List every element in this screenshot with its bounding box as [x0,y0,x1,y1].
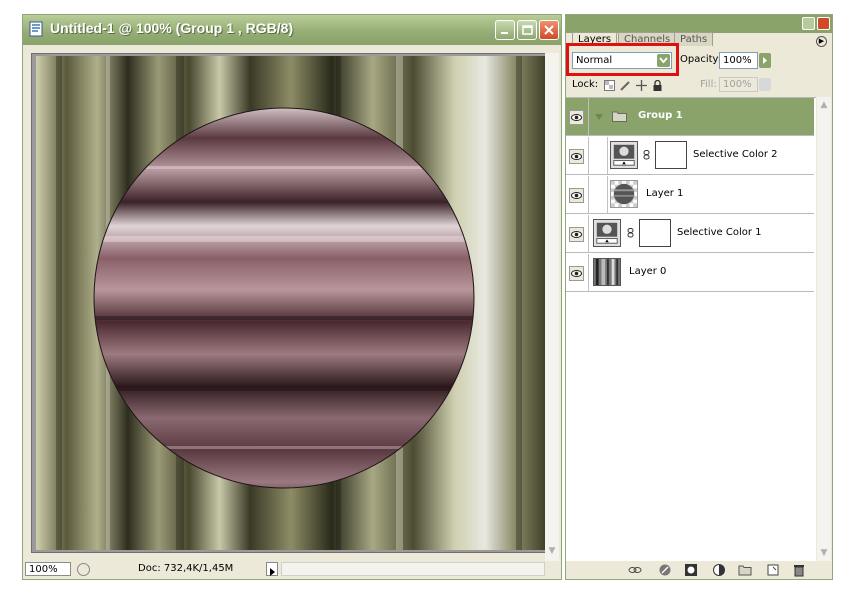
layer-row-selective-color-2[interactable]: Selective Color 2 [566,137,814,175]
status-bar: 100% Doc: 732,4K/1,45M [23,561,561,579]
blend-mode-value: Normal [576,55,613,66]
new-adjustment-layer-icon[interactable] [712,563,726,577]
lock-all-icon[interactable] [652,80,663,91]
link-layers-icon[interactable] [628,563,642,577]
panel-menu-icon[interactable]: ▶ [816,36,827,47]
layer-mask-thumbnail[interactable] [639,219,671,247]
minimize-icon [501,32,508,34]
link-chain-icon[interactable] [643,150,651,160]
layer-style-icon[interactable] [658,563,672,577]
layer-row-layer-0[interactable]: Layer 0 [566,254,814,292]
layer-thumbnail-wood [593,258,621,286]
document-title-bar[interactable]: Untitled-1 @ 100% (Group 1 , RGB/8) [23,15,561,45]
canvas-frame [31,53,551,553]
panel-tabs: Layers Channels Paths [566,32,832,46]
close-button[interactable] [539,20,559,40]
layer-row-layer-1[interactable]: Layer 1 [566,176,814,214]
new-layer-icon[interactable] [766,563,780,577]
lock-transparent-pixels-icon[interactable] [604,80,615,91]
layer-name: Selective Color 1 [677,227,762,238]
visibility-eye-icon[interactable] [569,266,584,281]
layer-row-selective-color-1[interactable]: Selective Color 1 [566,215,814,253]
maximize-icon [522,25,533,35]
minimize-button[interactable] [495,20,515,40]
canvas[interactable] [36,56,546,550]
opacity-label: Opacity: [680,54,722,65]
layers-scrollbar[interactable]: ▲ ▼ [817,97,831,563]
horizontal-scrollbar[interactable] [281,562,545,576]
panel-minimize-button[interactable] [802,17,815,30]
layer-name: Group 1 [638,110,683,121]
layer-thumbnail-sphere [610,180,638,208]
add-layer-mask-icon[interactable] [684,563,698,577]
fill-slider-button [759,78,771,91]
link-chain-icon[interactable] [627,228,635,238]
new-group-icon[interactable] [738,563,752,577]
lock-image-pixels-icon[interactable] [620,80,631,91]
document-window: Untitled-1 @ 100% (Group 1 , RGB/8) ▼ 10… [22,14,562,580]
scroll-down-icon[interactable]: ▼ [818,547,830,559]
panel-title-bar[interactable] [566,15,832,33]
document-title: Untitled-1 @ 100% (Group 1 , RGB/8) [50,20,294,36]
layer-name: Selective Color 2 [693,149,778,160]
lock-label: Lock: [572,79,599,90]
scroll-down-icon[interactable]: ▼ [546,545,558,557]
adjustment-layer-icon [610,141,638,169]
opacity-field[interactable]: 100% [719,52,758,69]
visibility-eye-icon[interactable] [569,149,584,164]
visibility-eye-icon[interactable] [569,110,584,125]
photoshop-document-icon [29,21,43,37]
zoom-status-icon [77,563,90,576]
panel-close-button[interactable] [817,17,830,30]
layers-list: Group 1 Selective Color 2 Layer 1 Select… [566,97,816,564]
maximize-button[interactable] [517,20,537,40]
blend-mode-select[interactable]: Normal [572,52,672,69]
layers-panel: Layers Channels Paths ▶ Normal Opacity: … [565,14,833,580]
folder-icon [612,111,627,122]
adjustment-layer-icon [593,219,621,247]
layers-panel-toolbar [566,561,832,579]
document-size-info: Doc: 732,4K/1,45M [138,563,234,574]
tab-paths[interactable]: Paths [674,32,714,46]
tab-channels[interactable]: Channels [618,32,677,46]
delete-layer-trash-icon[interactable] [792,563,806,577]
vertical-scrollbar[interactable]: ▼ [545,53,559,561]
layer-name: Layer 0 [629,266,667,277]
fill-label: Fill: [700,79,717,90]
layer-mask-thumbnail[interactable] [655,141,687,169]
fill-field: 100% [719,77,758,92]
status-menu-arrow-icon[interactable] [266,562,278,576]
visibility-eye-icon[interactable] [569,188,584,203]
tab-layers[interactable]: Layers [572,32,618,46]
chevron-down-icon[interactable] [657,54,670,67]
layer-name: Layer 1 [646,188,684,199]
group-expand-triangle-icon[interactable] [594,113,604,121]
layer-row-group-1[interactable]: Group 1 [566,98,814,136]
visibility-eye-icon[interactable] [569,227,584,242]
close-icon [544,25,554,35]
opacity-slider-button[interactable] [759,53,771,68]
zoom-field[interactable]: 100% [25,562,71,576]
lock-position-icon[interactable] [636,80,647,91]
scroll-up-icon[interactable]: ▲ [818,99,830,111]
